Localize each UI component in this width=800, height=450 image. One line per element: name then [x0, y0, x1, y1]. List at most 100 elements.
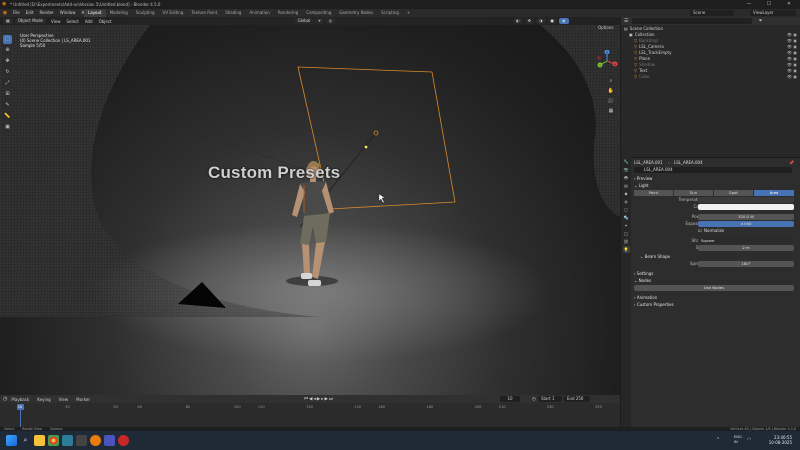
gizmo-toggle-icon[interactable]: ✥	[524, 18, 534, 24]
select-box-tool-icon[interactable]: ⬚	[3, 35, 12, 44]
section-light[interactable]: ⌄ Light	[632, 182, 800, 189]
shape-dropdown[interactable]: Square	[698, 237, 794, 244]
exposure-field[interactable]: 0.000	[698, 220, 794, 227]
pan-hand-icon[interactable]: ✋	[607, 87, 615, 95]
viewport-menu-view[interactable]: View	[48, 19, 64, 24]
annotate-tool-icon[interactable]: ✎	[3, 101, 12, 110]
app-icon-4[interactable]	[118, 435, 129, 446]
size-field[interactable]: 2 m	[698, 244, 794, 251]
tab-shading[interactable]: Shading	[221, 9, 245, 17]
outliner-editor-icon[interactable]: ☰	[624, 18, 628, 24]
timeline-ruler[interactable]: 1030506080100110130150160180200210230250…	[0, 404, 620, 412]
visibility-icon[interactable]: ◐	[513, 18, 523, 24]
camera-view-icon[interactable]: 🎥	[607, 97, 615, 105]
clock-icon[interactable]: ◷	[532, 397, 536, 402]
cursor-tool-icon[interactable]: ⊕	[3, 46, 12, 55]
scene-tab-icon[interactable]: ◆	[623, 190, 630, 197]
viewport-menu-select[interactable]: Select	[63, 19, 81, 24]
section-settings[interactable]: › Settings	[632, 270, 800, 277]
tray-chevron-icon[interactable]: ⌃	[716, 437, 720, 443]
tab-animation[interactable]: Animation	[245, 9, 273, 17]
menu-edit[interactable]: Edit	[23, 9, 37, 17]
light-type-sun[interactable]: Sun	[674, 189, 713, 196]
view-layer-selector[interactable]: ViewLayer	[750, 10, 796, 16]
tab-modeling[interactable]: Modeling	[106, 9, 132, 17]
3d-viewport[interactable]: ▦ Object Mode View Select Add Object Glo…	[0, 17, 620, 395]
app-icon-3[interactable]	[104, 435, 115, 446]
add-workspace-button[interactable]: +	[403, 9, 414, 17]
scene-field[interactable]: Scene	[690, 10, 734, 16]
view-layer-field[interactable]: ViewLayer	[750, 10, 796, 16]
color-swatch[interactable]	[698, 203, 794, 210]
start-frame-field[interactable]: Start 1	[537, 396, 562, 402]
tab-compositing[interactable]: Compositing	[302, 9, 335, 17]
tool-tab-icon[interactable]: 🔧	[623, 158, 630, 165]
section-preview[interactable]: › Preview	[632, 175, 800, 182]
world-tab-icon[interactable]: ◍	[623, 198, 630, 205]
menu-file[interactable]: File	[10, 9, 23, 17]
navigation-gizmo[interactable]: Z X Y	[596, 50, 618, 72]
viewport-menu-add[interactable]: Add	[82, 19, 96, 24]
menu-window[interactable]: Window	[57, 9, 79, 17]
section-animation[interactable]: › Animation	[632, 294, 800, 301]
app-icon-2[interactable]	[76, 435, 87, 446]
scale-tool-icon[interactable]: ⤢	[3, 79, 12, 88]
object-tab-icon[interactable]: ▢	[623, 206, 630, 213]
object-mode-dropdown[interactable]: Object Mode	[14, 18, 46, 24]
scene-selector[interactable]: Scene	[690, 10, 734, 16]
editor-type-button[interactable]: ▦	[3, 18, 13, 24]
use-nodes-button[interactable]: Use Nodes	[634, 284, 794, 291]
tab-sculpting[interactable]: Sculpting	[132, 9, 159, 17]
physics-tab-icon[interactable]: ◯	[623, 230, 630, 237]
add-cube-tool-icon[interactable]: ▣	[3, 123, 12, 132]
shading-solid-icon[interactable]: ●	[547, 18, 557, 24]
chrome-icon[interactable]	[48, 435, 59, 446]
timeline-menu-view[interactable]: View	[55, 397, 73, 402]
spread-field[interactable]: 180°	[698, 260, 794, 267]
timeline-menu-playback[interactable]: Playback	[7, 397, 33, 402]
transform-tool-icon[interactable]: ⊞	[3, 90, 12, 99]
outliner-item[interactable]: ▽ Cube 👁 ▣	[621, 74, 800, 80]
tab-geometry-nodes[interactable]: Geometry Nodes	[335, 9, 377, 17]
tab-texture-paint[interactable]: Texture Paint	[187, 9, 221, 17]
measure-tool-icon[interactable]: 📏	[3, 112, 12, 121]
temperature-field[interactable]	[698, 196, 794, 203]
light-data-tab-icon[interactable]: 💡	[622, 246, 630, 253]
app-icon-1[interactable]	[62, 435, 73, 446]
playback-controls[interactable]: ⏮◀◂▶▸▶⏭	[304, 396, 334, 402]
blender-taskbar-icon[interactable]	[90, 435, 101, 446]
view-layer-tab-icon[interactable]: ▤	[623, 182, 630, 189]
zoom-icon[interactable]: ⌕	[607, 77, 615, 85]
perspective-toggle-icon[interactable]: ▦	[607, 107, 615, 115]
minimize-button[interactable]: —	[740, 1, 758, 8]
shading-rendered-icon[interactable]: ◉	[559, 18, 569, 24]
section-beam-shape[interactable]: ⌄ Beam Shape	[632, 253, 800, 260]
overlay-toggle-icon[interactable]: ◑	[536, 18, 546, 24]
constraints-tab-icon[interactable]: ⛓	[623, 238, 630, 245]
file-explorer-icon[interactable]	[34, 435, 45, 446]
move-tool-icon[interactable]: ✥	[3, 57, 12, 66]
tab-scripting[interactable]: Scripting	[377, 9, 403, 17]
timeline-menu-keying[interactable]: Keying	[33, 397, 54, 402]
end-frame-field[interactable]: End 250	[563, 396, 590, 402]
filter-icon[interactable]: ⏷	[758, 18, 762, 24]
light-type-point[interactable]: Point	[634, 189, 673, 196]
tab-layout[interactable]: Layout	[84, 9, 106, 17]
pin-icon[interactable]: 📌	[789, 159, 794, 166]
tab-rendering[interactable]: Rendering	[274, 9, 302, 17]
close-button[interactable]: ✕	[780, 1, 798, 8]
outliner-search-input[interactable]	[632, 18, 753, 24]
output-tab-icon[interactable]: 🖶	[623, 174, 630, 181]
power-field[interactable]: 320.0 W	[698, 213, 794, 220]
current-frame-field[interactable]: 10	[500, 396, 520, 402]
language-indicator[interactable]: ENG IN	[734, 435, 742, 444]
menu-render[interactable]: Render	[36, 9, 56, 17]
windows-start-icon[interactable]	[6, 435, 17, 446]
search-icon[interactable]: ⌕	[20, 435, 31, 446]
orientation-dropdown[interactable]: Global	[294, 18, 314, 24]
snap-icon[interactable]: ⌖	[315, 18, 324, 24]
proportional-edit-icon[interactable]: ◎	[325, 18, 336, 24]
viewport-menu-object[interactable]: Object	[96, 19, 115, 24]
tab-uv-editing[interactable]: UV Editing	[159, 9, 188, 17]
modifier-tab-icon[interactable]: 🔩	[623, 214, 630, 221]
